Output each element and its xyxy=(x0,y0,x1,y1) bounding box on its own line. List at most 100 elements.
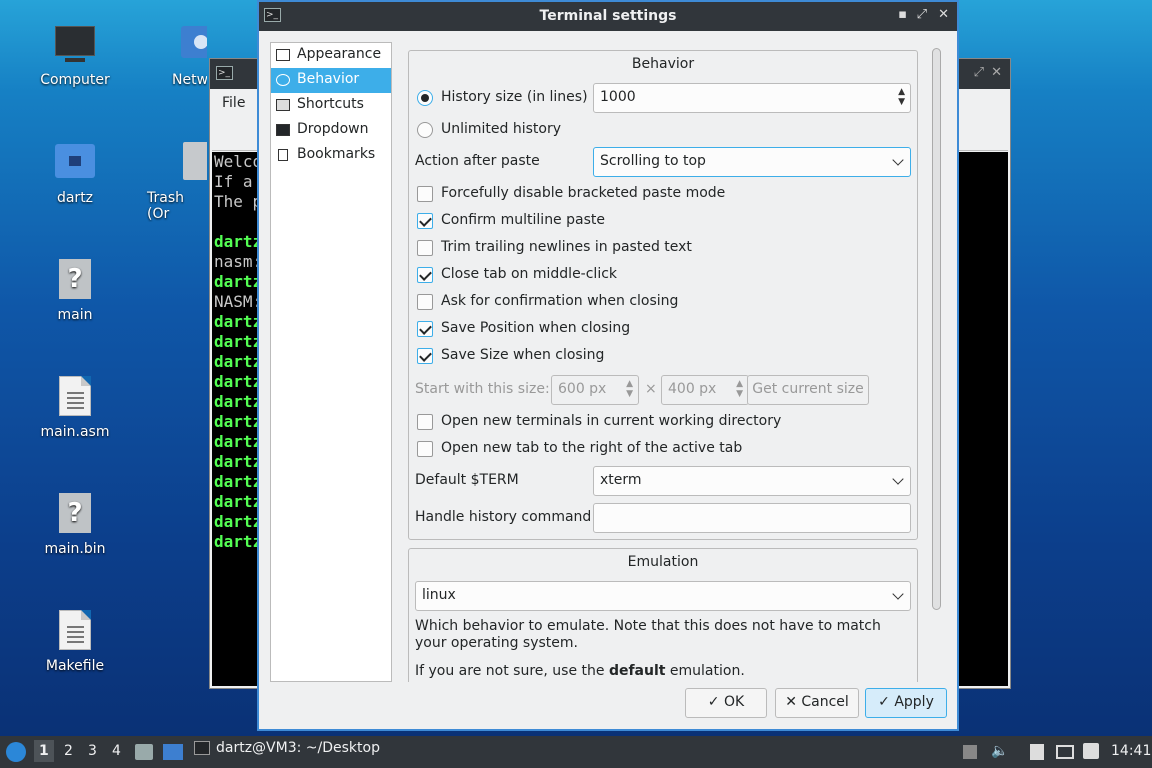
desktop-icon-main[interactable]: ? main xyxy=(20,257,130,323)
spin-arrows-icon[interactable]: ▲ ▼ xyxy=(626,379,633,399)
get-current-size-button[interactable]: Get current size xyxy=(747,375,869,405)
show-desktop-icon[interactable] xyxy=(163,744,183,760)
action-after-paste-select[interactable]: Scrolling to top xyxy=(593,147,911,177)
nav-label: Behavior xyxy=(297,71,360,87)
save-position-checkbox[interactable]: Save Position when closing xyxy=(417,320,630,337)
radio-indicator xyxy=(417,122,433,138)
notification-icon[interactable] xyxy=(1083,743,1099,759)
select-value: Scrolling to top xyxy=(600,153,706,169)
maximize-icon[interactable]: ⤢ xyxy=(974,65,984,80)
start-menu-icon[interactable] xyxy=(6,742,26,762)
desktop-icon-makefile[interactable]: Makefile xyxy=(20,608,130,674)
default-term-label: Default $TERM xyxy=(415,472,519,488)
terminal-icon: >_ xyxy=(216,66,233,80)
button-label: OK xyxy=(723,694,745,710)
start-size-label: Start with this size: xyxy=(415,381,550,397)
content-scrollbar[interactable] xyxy=(932,48,941,610)
nav-item-dropdown[interactable]: Dropdown xyxy=(271,118,391,143)
close-icon[interactable]: ✕ xyxy=(938,7,949,22)
ask-confirmation-checkbox[interactable]: Ask for confirmation when closing xyxy=(417,293,678,310)
clipboard-icon[interactable] xyxy=(1030,744,1044,760)
checkbox-label: Forcefully disable bracketed paste mode xyxy=(441,185,726,201)
trim-newlines-checkbox[interactable]: Trim trailing newlines in pasted text xyxy=(417,239,692,256)
nav-item-behavior[interactable]: Behavior xyxy=(271,68,391,93)
save-size-checkbox[interactable]: Save Size when closing xyxy=(417,347,604,364)
nav-item-bookmarks[interactable]: Bookmarks xyxy=(271,143,391,168)
behavior-icon xyxy=(276,74,290,86)
task-terminal[interactable]: dartz@VM3: ~/Desktop xyxy=(194,740,380,756)
height-spinbox[interactable]: 400 px ▲ ▼ xyxy=(661,375,749,405)
close-tab-middle-checkbox[interactable]: Close tab on middle-click xyxy=(417,266,618,283)
cancel-button[interactable]: ✕ Cancel xyxy=(775,688,859,718)
network-icon[interactable] xyxy=(1056,745,1074,759)
checkbox-label: Trim trailing newlines in pasted text xyxy=(441,239,692,255)
desktop-icon-main-bin[interactable]: ? main.bin xyxy=(20,491,130,557)
select-value: linux xyxy=(422,587,456,603)
updates-icon[interactable] xyxy=(963,745,977,759)
handle-history-input[interactable] xyxy=(593,503,911,533)
desktop-icon-label: Computer xyxy=(40,72,110,88)
open-new-tab-checkbox[interactable]: Open new tab to the right of the active … xyxy=(417,440,743,457)
emulation-select[interactable]: linux xyxy=(415,581,911,611)
menu-file[interactable]: File xyxy=(212,89,255,119)
radio-label: Unlimited history xyxy=(441,121,562,137)
nav-item-appearance[interactable]: Appearance xyxy=(271,43,391,68)
settings-nav: Appearance Behavior Shortcuts Dropdown B… xyxy=(270,42,392,682)
check-icon: ✓ xyxy=(707,694,724,710)
checkbox-label: Open new terminals in current working di… xyxy=(441,413,782,429)
workspace-4[interactable]: 4 xyxy=(112,743,121,759)
ok-button[interactable]: ✓ OK xyxy=(685,688,767,718)
button-label: Cancel xyxy=(801,694,849,710)
spin-arrows-icon[interactable]: ▲ ▼ xyxy=(898,87,905,107)
workspace-2[interactable]: 2 xyxy=(64,743,73,759)
history-size-spinbox[interactable]: 1000 ▲ ▼ xyxy=(593,83,911,113)
checkbox-label: Open new tab to the right of the active … xyxy=(441,440,743,456)
check-icon: ✓ xyxy=(878,694,895,710)
chevron-down-icon xyxy=(892,473,904,485)
chevron-down-icon xyxy=(892,588,904,600)
spinbox-value: 1000 xyxy=(600,89,636,105)
trash-icon xyxy=(181,140,207,184)
minimize-icon[interactable]: ▪ xyxy=(898,7,907,22)
desktop-icon-trash[interactable]: Trash (Or xyxy=(145,140,207,222)
width-spinbox[interactable]: 600 px ▲ ▼ xyxy=(551,375,639,405)
desktop-icon-computer[interactable]: Computer xyxy=(20,22,130,88)
radio-label: History size (in lines) xyxy=(441,89,588,105)
confirm-multiline-checkbox[interactable]: Confirm multiline paste xyxy=(417,212,605,229)
hint-text: emulation. xyxy=(665,663,745,679)
desktop-icon-network[interactable]: Netw xyxy=(147,22,207,88)
spinbox-value: 600 px xyxy=(558,381,607,397)
default-term-select[interactable]: xterm xyxy=(593,466,911,496)
dialog-title: Terminal settings xyxy=(539,8,677,24)
cancel-icon: ✕ xyxy=(785,694,802,710)
volume-icon[interactable]: 🔈 xyxy=(991,743,1008,759)
desktop-icon-main-asm[interactable]: main.asm xyxy=(20,374,130,440)
group-title: Behavior xyxy=(631,56,695,72)
hint-bold: default xyxy=(608,663,666,679)
file-manager-icon[interactable] xyxy=(135,744,153,760)
workspace-3[interactable]: 3 xyxy=(88,743,97,759)
keyboard-icon xyxy=(276,99,290,111)
terminal-icon xyxy=(194,741,210,755)
unlimited-history-radio[interactable]: Unlimited history xyxy=(417,121,562,138)
history-size-radio[interactable]: History size (in lines) xyxy=(417,89,588,106)
maximize-icon[interactable]: ⤢ xyxy=(917,7,927,22)
behavior-group: Behavior History size (in lines) 1000 ▲ ▼ … xyxy=(408,50,918,540)
spin-arrows-icon[interactable]: ▲ ▼ xyxy=(736,379,743,399)
open-new-terminals-checkbox[interactable]: Open new terminals in current working di… xyxy=(417,413,782,430)
apply-button[interactable]: ✓ Apply xyxy=(865,688,947,718)
desktop-icon-label: Netw xyxy=(172,72,207,88)
checkbox-indicator xyxy=(417,267,433,283)
select-value: xterm xyxy=(600,472,642,488)
workspace-1[interactable]: 1 xyxy=(34,740,54,762)
nav-item-shortcuts[interactable]: Shortcuts xyxy=(271,93,391,118)
desktop-icon-label: Trash (Or xyxy=(147,190,184,222)
forcefully-disable-checkbox[interactable]: Forcefully disable bracketed paste mode xyxy=(417,185,726,202)
desktop-icon-home[interactable]: dartz xyxy=(20,140,130,206)
home-folder-icon xyxy=(53,140,97,184)
checkbox-label: Close tab on middle-click xyxy=(441,266,618,282)
hint-text: If you are not sure, use the xyxy=(415,663,609,679)
text-file-icon xyxy=(53,374,97,418)
dialog-titlebar[interactable]: >_ Terminal settings ▪ ⤢ ✕ xyxy=(259,2,957,31)
close-icon[interactable]: ✕ xyxy=(991,65,1002,80)
